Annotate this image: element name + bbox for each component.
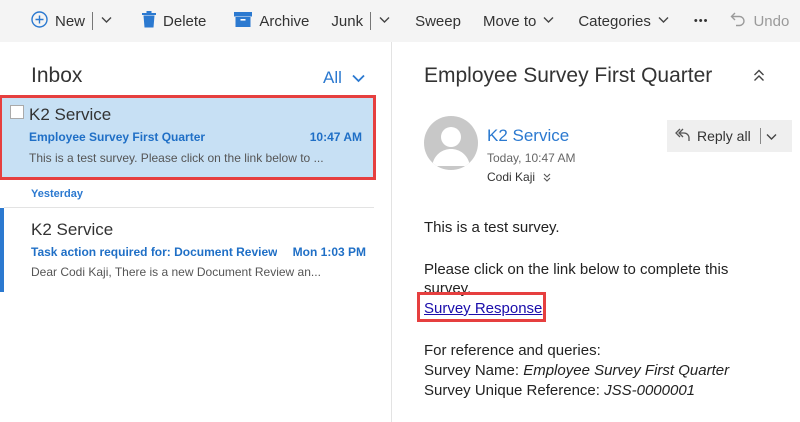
delete-label: Delete [163, 12, 207, 30]
sender-name[interactable]: K2 Service [487, 126, 569, 146]
message-sender: K2 Service [31, 220, 114, 239]
sweep-label: Sweep [415, 12, 461, 30]
survey-name-line: Survey Name: Employee Survey First Quart… [424, 362, 729, 379]
avatar [424, 116, 478, 170]
group-header-yesterday: Yesterday [31, 188, 83, 200]
recipients[interactable]: Codi Kaji [487, 170, 551, 184]
folder-title: Inbox [31, 64, 83, 87]
sweep-button[interactable]: Sweep [415, 0, 461, 42]
select-checkbox[interactable] [10, 105, 24, 119]
survey-reference-line: Survey Unique Reference: JSS-0000001 [424, 382, 695, 399]
categories-label: Categories [578, 12, 651, 30]
categories-button[interactable]: Categories [578, 0, 669, 42]
survey-response-link[interactable]: Survey Response [424, 300, 542, 317]
divider [759, 128, 761, 144]
email-subject-title: Employee Survey First Quarter [424, 64, 713, 87]
message-list-pane: Inbox All K2 Service Employee Survey Fir… [0, 42, 392, 422]
recipient-name: Codi Kaji [487, 170, 536, 184]
more-actions-button[interactable]: ••• [694, 0, 709, 42]
divider [370, 12, 372, 30]
new-label: New [55, 12, 86, 30]
command-bar: New Delete Archive Junk Sweep Move to Ca… [0, 0, 800, 42]
chevron-down-icon[interactable] [101, 15, 112, 27]
chevron-down-icon [352, 74, 365, 82]
body-line: This is a test survey. [424, 219, 560, 236]
message-subject: Employee Survey First Quarter [29, 130, 206, 144]
archive-label: Archive [259, 12, 310, 30]
survey-reference-value: JSS-0000001 [604, 382, 696, 399]
plus-circle-icon [31, 10, 48, 32]
collapse-icon[interactable] [753, 69, 765, 87]
archive-button[interactable]: Archive [234, 0, 309, 42]
reading-pane: Employee Survey First Quarter K2 Service… [393, 42, 800, 422]
message-time: Mon 1:03 PM [292, 245, 366, 259]
sent-date: Today, 10:47 AM [487, 151, 576, 165]
message-subject: Task action required for: Document Revie… [31, 245, 277, 259]
junk-button[interactable]: Junk [331, 0, 390, 42]
reply-all-label: Reply all [697, 128, 751, 144]
undo-icon [730, 12, 746, 31]
undo-button[interactable]: Undo [730, 0, 789, 42]
delete-button[interactable]: Delete [142, 0, 206, 42]
reply-all-button[interactable]: Reply all [667, 120, 792, 152]
divider [92, 12, 94, 30]
chevron-down-icon [658, 15, 669, 27]
archive-icon [234, 11, 253, 31]
move-to-label: Move to [482, 12, 537, 30]
message-sender: K2 Service [29, 105, 112, 124]
junk-label: Junk [331, 12, 364, 30]
reply-all-icon [675, 128, 690, 145]
body-line: For reference and queries: [424, 342, 601, 359]
new-button[interactable]: New [31, 0, 112, 42]
move-to-button[interactable]: Move to [483, 0, 554, 42]
message-preview: Dear Codi Kaji, There is a new Document … [31, 265, 321, 279]
message-preview: This is a test survey. Please click on t… [29, 151, 324, 165]
message-time: 10:47 AM [309, 130, 362, 144]
list-item-selected[interactable]: K2 Service Employee Survey First Quarter… [0, 95, 376, 180]
chevron-down-icon [543, 15, 554, 27]
expand-recipients-icon [543, 173, 551, 182]
filter-dropdown[interactable]: All [323, 68, 365, 88]
chevron-down-icon[interactable] [766, 128, 777, 144]
survey-reference-label: Survey Unique Reference: [424, 382, 605, 399]
trash-icon [142, 10, 157, 32]
chevron-down-icon[interactable] [379, 15, 390, 27]
survey-name-value: Employee Survey First Quarter [523, 362, 730, 379]
list-item[interactable]: K2 Service Task action required for: Doc… [0, 208, 374, 292]
survey-name-label: Survey Name: [424, 362, 524, 379]
filter-label: All [323, 68, 342, 87]
ellipsis-icon: ••• [693, 15, 709, 27]
undo-label: Undo [753, 12, 790, 30]
